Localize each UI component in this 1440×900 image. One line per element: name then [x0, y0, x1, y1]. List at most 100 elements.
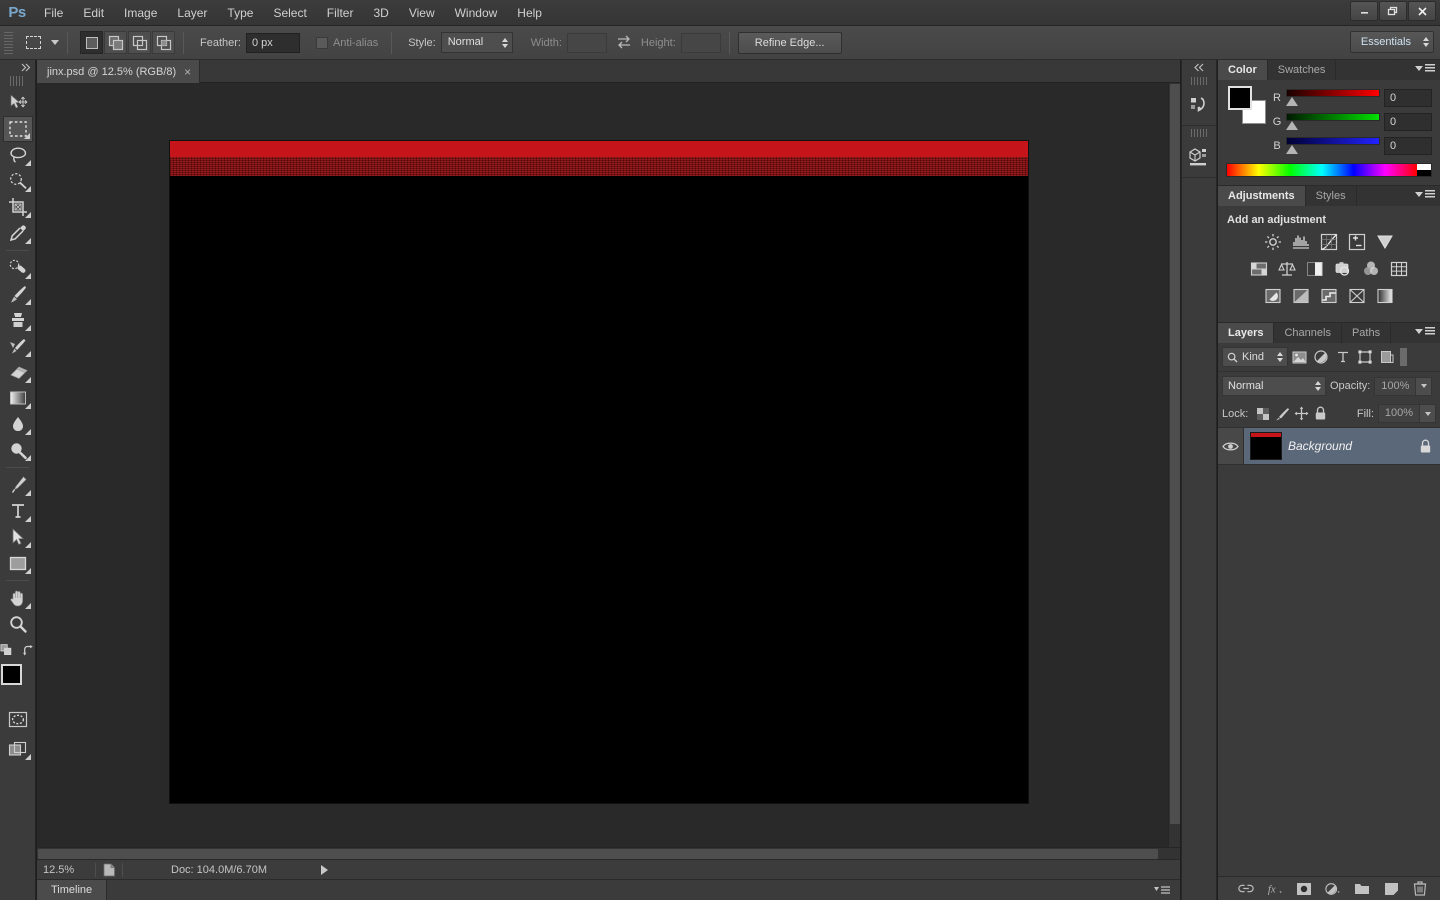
panel-grip[interactable] — [1191, 129, 1207, 137]
filter-adjustment-layers-icon[interactable] — [1310, 347, 1332, 367]
width-input[interactable] — [567, 33, 607, 53]
tool-hand[interactable] — [3, 585, 33, 611]
opacity-control[interactable]: 100% — [1374, 377, 1432, 396]
intersect-selection-button[interactable] — [152, 31, 175, 54]
green-slider[interactable] — [1286, 111, 1380, 133]
tab-channels[interactable]: Channels — [1274, 323, 1341, 343]
menu-window[interactable]: Window — [445, 0, 508, 26]
opacity-chevron-down-icon[interactable] — [1416, 377, 1432, 396]
color-spectrum-ramp[interactable] — [1226, 163, 1432, 177]
green-value-input[interactable]: 0 — [1384, 113, 1432, 131]
quick-mask-toggle[interactable] — [3, 706, 33, 732]
blue-slider-knob[interactable] — [1286, 145, 1298, 154]
tab-timeline[interactable]: Timeline — [37, 880, 107, 900]
threshold-icon[interactable] — [1320, 287, 1338, 305]
document-tab-close-icon[interactable]: × — [184, 66, 191, 78]
filter-smart-object-layers-icon[interactable] — [1376, 347, 1398, 367]
minimize-button[interactable] — [1350, 1, 1378, 21]
menu-layer[interactable]: Layer — [167, 0, 217, 26]
menu-help[interactable]: Help — [507, 0, 552, 26]
canvas-vertical-scrollbar[interactable] — [1168, 83, 1180, 859]
blend-mode-select[interactable]: Normal — [1222, 376, 1326, 396]
vertical-scroll-thumb[interactable] — [1170, 84, 1180, 824]
default-colors-icon[interactable] — [0, 643, 14, 658]
canvas-horizontal-scrollbar[interactable] — [37, 847, 1180, 859]
foreground-color-swatch[interactable] — [1, 664, 22, 685]
channel-mixer-icon[interactable] — [1362, 260, 1380, 278]
toolbar-grip[interactable] — [10, 76, 25, 86]
new-adjustment-layer-icon[interactable] — [1325, 881, 1341, 897]
blue-value-input[interactable]: 0 — [1384, 137, 1432, 155]
height-input[interactable] — [681, 33, 721, 53]
layer-name[interactable]: Background — [1288, 439, 1410, 453]
filter-type-layers-icon[interactable] — [1332, 347, 1354, 367]
vibrance-icon[interactable] — [1376, 233, 1394, 251]
invert-icon[interactable] — [1264, 287, 1282, 305]
tool-blur[interactable] — [3, 411, 33, 437]
new-selection-button[interactable] — [80, 31, 103, 54]
brightness-contrast-icon[interactable] — [1264, 233, 1282, 251]
fill-control[interactable]: 100% — [1378, 404, 1436, 423]
layer-row-background[interactable]: Background — [1218, 427, 1440, 465]
swap-colors-icon[interactable] — [22, 644, 36, 658]
red-slider[interactable] — [1286, 87, 1380, 109]
delete-layer-icon[interactable] — [1412, 881, 1428, 897]
anti-alias-checkbox[interactable] — [316, 37, 328, 49]
layer-thumbnail[interactable] — [1250, 432, 1282, 460]
layer-filter-kind-select[interactable]: Kind — [1222, 347, 1288, 367]
tool-quick-selection[interactable] — [3, 168, 33, 194]
tool-spot-healing-brush[interactable] — [3, 255, 33, 281]
filter-shape-layers-icon[interactable] — [1354, 347, 1376, 367]
swap-width-height-button[interactable] — [615, 34, 633, 52]
photo-filter-icon[interactable] — [1334, 260, 1352, 278]
curves-icon[interactable] — [1320, 233, 1338, 251]
tool-gradient[interactable] — [3, 385, 33, 411]
tool-lasso[interactable] — [3, 142, 33, 168]
subtract-from-selection-button[interactable] — [128, 31, 151, 54]
tab-color[interactable]: Color — [1218, 60, 1268, 80]
filter-pixel-layers-icon[interactable] — [1288, 347, 1310, 367]
canvas-area[interactable] — [37, 83, 1180, 859]
screen-mode-toggle[interactable] — [3, 736, 33, 762]
posterize-icon[interactable] — [1292, 287, 1310, 305]
tool-eraser[interactable] — [3, 359, 33, 385]
tab-paths[interactable]: Paths — [1342, 323, 1391, 343]
horizontal-scroll-thumb[interactable] — [38, 849, 1158, 859]
new-layer-icon[interactable] — [1383, 881, 1399, 897]
menu-type[interactable]: Type — [217, 0, 263, 26]
toolbar-collapse-button[interactable] — [0, 60, 35, 74]
gradient-map-icon[interactable] — [1376, 287, 1394, 305]
selective-color-icon[interactable] — [1348, 287, 1366, 305]
tool-rectangular-marquee[interactable] — [3, 116, 33, 142]
artboard-image[interactable] — [170, 141, 1028, 803]
mini-bridge-panel-button[interactable] — [1182, 126, 1216, 178]
lock-position-icon[interactable] — [1294, 405, 1309, 423]
layers-panel-menu-button[interactable] — [1415, 327, 1435, 335]
blue-slider[interactable] — [1286, 135, 1380, 157]
menu-3d[interactable]: 3D — [363, 0, 398, 26]
menu-image[interactable]: Image — [114, 0, 167, 26]
tab-layers[interactable]: Layers — [1218, 323, 1274, 343]
document-proxy-icon[interactable] — [96, 863, 122, 877]
lock-all-icon[interactable] — [1313, 405, 1327, 423]
menu-edit[interactable]: Edit — [73, 0, 114, 26]
tool-brush[interactable] — [3, 281, 33, 307]
link-layers-icon[interactable] — [1238, 881, 1254, 897]
menu-filter[interactable]: Filter — [317, 0, 364, 26]
feather-input[interactable]: 0 px — [246, 33, 300, 53]
tab-adjustments[interactable]: Adjustments — [1218, 186, 1306, 206]
menu-file[interactable]: File — [34, 0, 73, 26]
tool-zoom[interactable] — [3, 611, 33, 637]
style-select[interactable]: Normal — [441, 32, 513, 53]
fill-chevron-down-icon[interactable] — [1420, 404, 1436, 423]
tool-pen[interactable] — [3, 472, 33, 498]
panel-grip[interactable] — [1191, 77, 1207, 85]
color-panel-menu-button[interactable] — [1415, 64, 1435, 72]
timeline-panel-menu-button[interactable] — [1154, 886, 1170, 895]
tool-preset-chevron-down-icon[interactable] — [51, 40, 59, 45]
lock-transparent-pixels-icon[interactable] — [1256, 405, 1270, 423]
tool-preset-picker[interactable] — [19, 31, 47, 55]
add-layer-mask-icon[interactable] — [1296, 881, 1312, 897]
tab-styles[interactable]: Styles — [1306, 186, 1357, 206]
exposure-icon[interactable] — [1348, 233, 1366, 251]
